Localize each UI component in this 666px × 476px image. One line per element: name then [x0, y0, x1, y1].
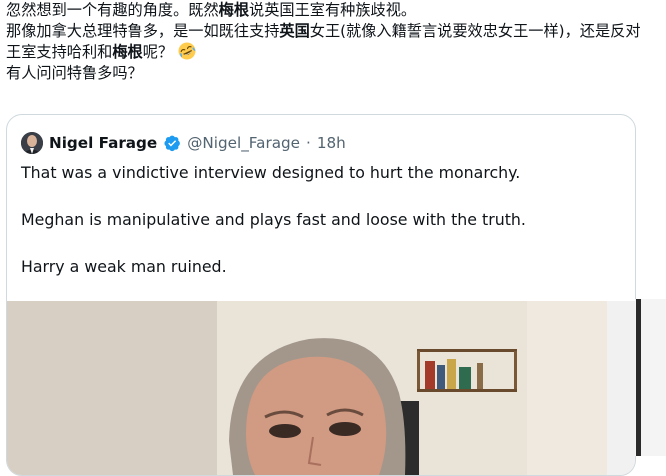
verified-badge-icon	[164, 135, 181, 152]
timestamp[interactable]: 18h	[317, 134, 346, 152]
bold-keyword: 英国	[279, 22, 310, 40]
quoted-tweet-body: That was a vindictive interview designed…	[21, 161, 621, 279]
text-segment: 说英国王室有种族歧视。	[249, 1, 417, 19]
dark-divider	[636, 299, 641, 456]
video-frame-image	[7, 301, 635, 475]
avatar[interactable]	[21, 132, 43, 154]
rolling-on-floor-laughing-emoji	[178, 42, 196, 60]
text-segment: 呢？	[142, 43, 174, 61]
quoted-tweet-header: Nigel Farage @Nigel_Farage · 18h	[21, 131, 346, 155]
text-segment: 忽然想到一个有趣的角度。既然	[6, 1, 219, 19]
tweet-line-2: 那像加拿大总理特鲁多，是一如既往支持英国女王(就像入籍誓言说要效忠女王一样)，还…	[6, 21, 646, 63]
quoted-tweet-card[interactable]: Nigel Farage @Nigel_Farage · 18h That wa…	[6, 114, 636, 476]
author-handle[interactable]: @Nigel_Farage	[187, 134, 300, 152]
tweet-line-3: 有人问问特鲁多吗？	[6, 64, 143, 82]
separator-dot: ·	[305, 134, 311, 152]
bold-keyword: 梅根	[218, 1, 249, 19]
author-name[interactable]: Nigel Farage	[49, 134, 157, 152]
bold-keyword: 梅根	[112, 43, 143, 61]
video-thumbnail[interactable]	[7, 301, 635, 475]
right-edge-strip	[635, 299, 666, 456]
tweet-line-1: 忽然想到一个有趣的角度。既然梅根说英国王室有种族歧视。	[6, 0, 646, 21]
quote-paragraph: That was a vindictive interview designed…	[21, 163, 521, 182]
quote-paragraph: Harry a weak man ruined.	[21, 257, 227, 276]
quote-paragraph: Meghan is manipulative and plays fast an…	[21, 210, 526, 229]
avatar-image	[21, 132, 43, 154]
text-segment: 那像加拿大总理特鲁多，是一如既往支持	[6, 22, 280, 40]
tweet-text: 忽然想到一个有趣的角度。既然梅根说英国王室有种族歧视。 那像加拿大总理特鲁多，是…	[6, 0, 646, 84]
